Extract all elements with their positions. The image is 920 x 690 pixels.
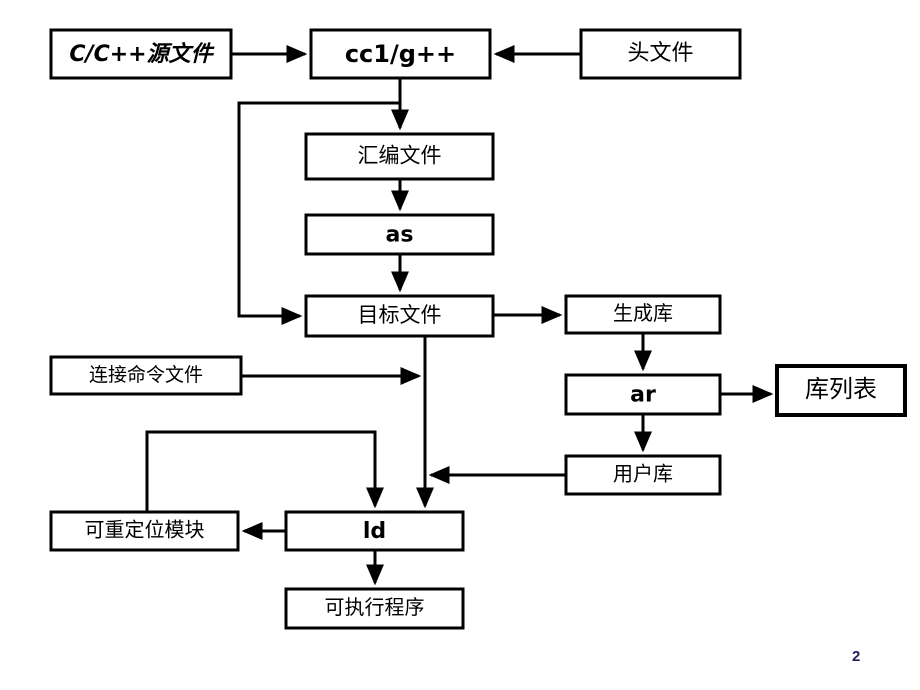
node-exeprog[interactable]: 可执行程序 [284, 587, 465, 630]
node-objfile[interactable]: 目标文件 [304, 294, 495, 338]
node-genlib[interactable]: 生成库 [564, 294, 722, 335]
page-number: 2 [852, 648, 861, 665]
node-label-cc1: cc1/g++ [345, 40, 456, 68]
node-label-asmfile: 汇编文件 [358, 143, 442, 167]
node-label-exeprog: 可执行程序 [325, 596, 425, 619]
node-asmfile[interactable]: 汇编文件 [304, 132, 495, 181]
node-label-header: 头文件 [627, 40, 693, 65]
node-ar[interactable]: ar [564, 373, 722, 416]
node-label-as: as [386, 223, 414, 248]
node-label-userlib: 用户库 [613, 463, 673, 486]
node-label-libtable: 库列表 [805, 376, 877, 403]
node-label-ar: ar [630, 383, 656, 408]
edge-relocmod-to-ld [145, 430, 384, 512]
node-src[interactable]: C/C++源文件 [49, 28, 233, 80]
flowchart-diagram: C/C++源文件 cc1/g++ 头文件汇编文件 as 目标文件 生成库 ar 库列表用户库 连… [0, 0, 920, 690]
node-label-genlib: 生成库 [613, 302, 673, 325]
node-libtable[interactable]: 库列表 [775, 364, 907, 417]
node-cc1[interactable]: cc1/g++ [309, 28, 492, 80]
node-relocmod[interactable]: 可重定位模块 [49, 510, 240, 552]
node-ld[interactable]: ld [284, 510, 465, 552]
node-label-objfile: 目标文件 [358, 303, 442, 327]
node-linkcmd[interactable]: 连接命令文件 [49, 355, 243, 396]
nodes-layer: C/C++源文件 cc1/g++ 头文件汇编文件 as 目标文件 生成库 ar 库列表用户库 连… [49, 28, 907, 630]
node-label-linkcmd: 连接命令文件 [89, 364, 203, 386]
node-label-src: C/C++源文件 [69, 41, 215, 67]
flowchart-canvas: C/C++源文件 cc1/g++ 头文件汇编文件 as 目标文件 生成库 ar 库列表用户库 连… [49, 28, 907, 630]
node-label-relocmod: 可重定位模块 [85, 519, 205, 542]
node-userlib[interactable]: 用户库 [564, 454, 722, 496]
node-header[interactable]: 头文件 [579, 28, 742, 80]
node-label-ld: ld [363, 519, 386, 544]
node-as[interactable]: as [304, 213, 495, 256]
